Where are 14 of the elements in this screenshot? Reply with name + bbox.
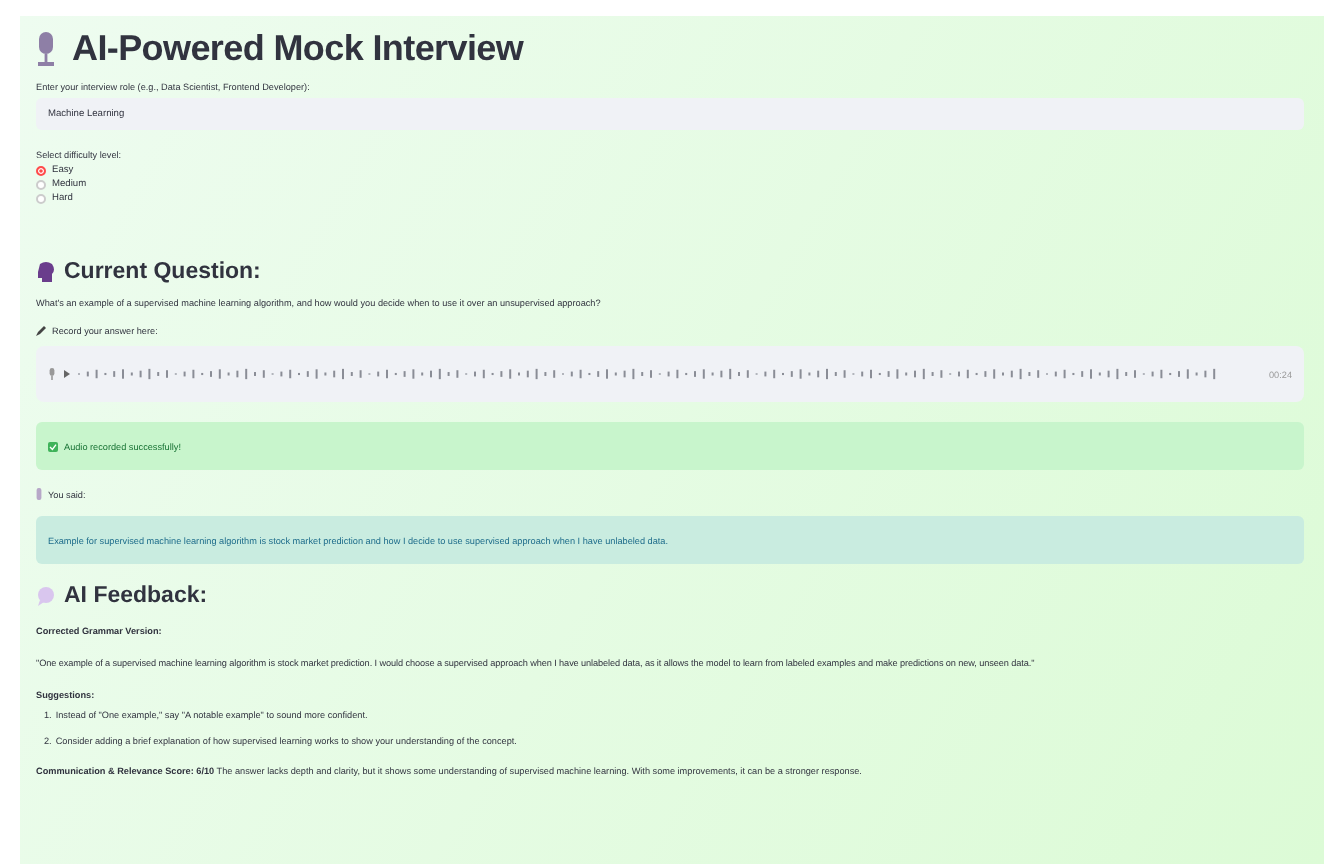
checkmark-icon <box>48 441 58 451</box>
microphone-icon <box>36 31 56 67</box>
microphone-icon <box>36 488 42 500</box>
radio-button[interactable] <box>36 194 46 204</box>
play-icon[interactable] <box>64 370 70 378</box>
microphone-icon[interactable] <box>48 368 56 380</box>
speech-bubble-icon <box>36 586 56 606</box>
radio-button[interactable] <box>36 166 46 176</box>
head-icon <box>36 261 56 283</box>
pen-icon <box>36 326 46 336</box>
section-heading: AI Feedback: <box>64 584 208 608</box>
section-heading: Current Question: <box>64 260 261 284</box>
radio-button[interactable] <box>36 180 46 190</box>
page-title: AI-Powered Mock Interview <box>72 28 524 70</box>
